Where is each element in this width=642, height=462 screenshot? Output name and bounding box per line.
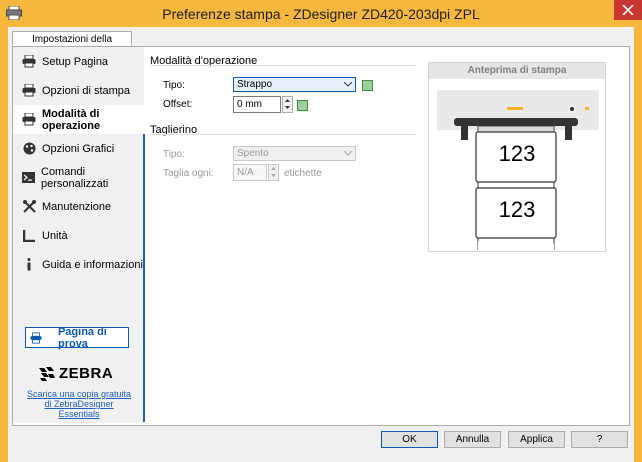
sidebar-item-unita[interactable]: Unità	[13, 221, 144, 250]
tipo-select[interactable]: Strappo	[233, 77, 356, 92]
preview-label-1-text: 123	[498, 141, 536, 166]
sidebar-item-label: Modalità di operazione	[42, 107, 101, 132]
taglia-unit: etichette	[284, 168, 322, 179]
cancel-button[interactable]: Annulla	[444, 431, 501, 448]
tools-icon	[22, 200, 36, 214]
close-icon	[622, 5, 634, 15]
taglia-stepper[interactable]	[268, 164, 279, 181]
print-preview-panel: Anteprima di stampa 123 123	[428, 62, 606, 252]
chevron-down-icon	[344, 151, 352, 156]
sidebar-item-guida-informazioni[interactable]: Guida e informazioni	[13, 250, 144, 279]
taglia-label: Taglia ogni:	[163, 168, 214, 179]
stepper-up-icon[interactable]	[269, 165, 278, 172]
tipo-label: Tipo:	[163, 80, 185, 91]
window-border-left	[0, 27, 8, 462]
window-title: Preferenze stampa - ZDesigner ZD420-203d…	[162, 6, 480, 22]
zebra-logo: ZEBRA	[38, 365, 113, 382]
stepper-down-icon[interactable]	[269, 172, 278, 179]
download-promo-link[interactable]: Scarica una copia gratuita di ZebraDesig…	[20, 389, 138, 419]
sidebar-item-label: Guida e informazioni	[42, 258, 143, 271]
offset-label: Offset:	[163, 99, 193, 110]
cutter-tipo-value: Spento	[237, 148, 269, 159]
print-preview-title: Anteprima di stampa	[429, 63, 605, 79]
close-button[interactable]	[614, 0, 642, 20]
stepper-up-icon[interactable]	[283, 97, 292, 104]
preview-label-2-text: 123	[498, 197, 536, 222]
chevron-down-icon	[344, 82, 352, 87]
sidebar-item-label: Unità	[42, 229, 68, 242]
offset-status-indicator	[297, 100, 308, 111]
sidebar-item-manutenzione[interactable]: Manutenzione	[13, 192, 144, 221]
sidebar-item-label: Opzioni Grafici	[42, 142, 115, 155]
test-page-button[interactable]: Pagina di prova	[25, 325, 129, 350]
sidebar-item-comandi-personalizzati[interactable]: Comandi personalizzati	[13, 163, 144, 192]
promo-line: di ZebraDesigner	[44, 399, 114, 409]
printer-test-icon	[30, 331, 42, 344]
sidebar-item-label: Opzioni di stampa	[42, 84, 131, 97]
sidebar-item-opzioni-grafici[interactable]: Opzioni Grafici	[13, 134, 144, 163]
stepper-down-icon[interactable]	[283, 104, 292, 111]
window-border-right	[634, 27, 642, 462]
cutter-section-divider	[150, 134, 415, 135]
apply-button[interactable]: Applica	[508, 431, 565, 448]
graphics-icon	[22, 142, 36, 156]
ok-button[interactable]: OK	[381, 431, 438, 448]
printer-options-icon	[22, 84, 36, 98]
taglia-field[interactable]: N/A	[233, 164, 267, 181]
sidebar-item-opzioni-stampa[interactable]: Opzioni di stampa	[13, 76, 144, 105]
sidebar-item-label: Comandi personalizzati	[41, 165, 109, 190]
offset-field[interactable]: 0 mm	[233, 96, 281, 113]
cutter-tipo-select[interactable]: Spento	[233, 146, 356, 161]
tipo-status-indicator	[362, 80, 373, 91]
printer-setup-icon	[22, 55, 36, 69]
terminal-icon	[22, 171, 35, 185]
sidebar-item-modalita-operazione[interactable]: Modalità di operazione	[13, 105, 145, 134]
promo-line: Scarica una copia gratuita	[26, 389, 132, 399]
ruler-icon	[22, 229, 36, 243]
sidebar-item-label: Setup Pagina	[42, 55, 109, 68]
tipo-select-value: Strappo	[237, 79, 273, 90]
info-icon	[22, 258, 36, 272]
promo-line: Essentials	[58, 409, 100, 419]
printer-mode-icon	[22, 113, 36, 127]
zebra-logo-text: ZEBRA	[59, 365, 114, 382]
sidebar-item-setup-pagina[interactable]: Setup Pagina	[13, 47, 144, 76]
operation-section-divider	[150, 65, 415, 66]
tab-printer-settings[interactable]: Impostazioni della stampante	[12, 31, 132, 60]
title-bar: Preferenze stampa - ZDesigner ZD420-203d…	[0, 0, 642, 27]
offset-stepper[interactable]	[282, 96, 293, 113]
sidebar-item-label: Manutenzione	[42, 200, 112, 213]
test-page-label: Pagina di prova	[57, 325, 107, 350]
zebra-logo-icon	[39, 366, 55, 381]
cutter-tipo-label: Tipo:	[163, 149, 185, 160]
help-button[interactable]: ?	[571, 431, 628, 448]
